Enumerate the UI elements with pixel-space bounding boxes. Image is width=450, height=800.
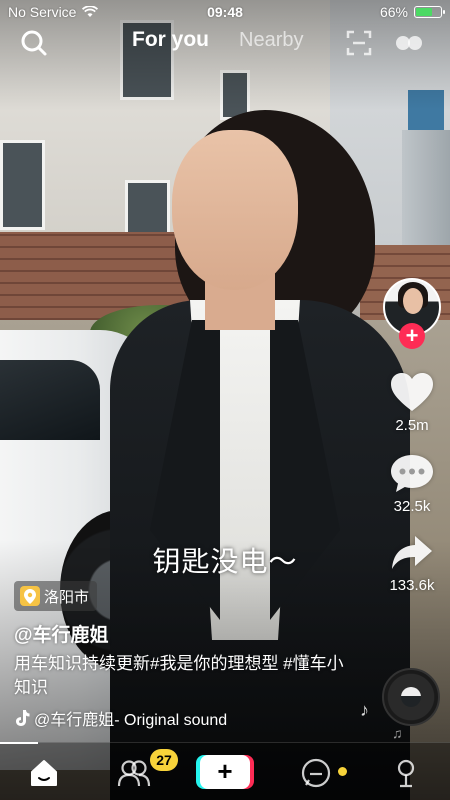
video-description[interactable]: 用车知识持续更新#我是你的理想型 #懂车小知识 bbox=[14, 652, 354, 700]
woman-face bbox=[172, 130, 298, 290]
tab-profile[interactable] bbox=[386, 753, 426, 793]
music-disc-cover bbox=[401, 687, 421, 707]
tab-friends[interactable] bbox=[114, 753, 154, 793]
music-title: @车行鹿姐- Original sound bbox=[34, 712, 228, 729]
tab-nearby[interactable]: Nearby bbox=[239, 29, 303, 52]
comment-button[interactable]: 32.5k bbox=[389, 452, 435, 515]
background-building-right bbox=[402, 90, 450, 260]
tiktok-note-icon bbox=[16, 710, 30, 726]
inbox-notification-dot bbox=[338, 767, 347, 776]
location-tag[interactable]: 洛阳市 bbox=[14, 581, 98, 611]
profile-icon bbox=[397, 759, 415, 788]
carrier-group: No Service bbox=[8, 4, 99, 20]
scan-icon[interactable] bbox=[346, 30, 372, 56]
like-button[interactable]: 2.5m bbox=[389, 371, 435, 434]
follow-button[interactable]: + bbox=[399, 323, 425, 349]
music-info[interactable]: @车行鹿姐- Original sound bbox=[14, 706, 254, 730]
carrier-label: No Service bbox=[8, 4, 77, 20]
create-button[interactable]: + bbox=[200, 755, 250, 789]
bottom-tab-bar: 27 + bbox=[0, 742, 450, 800]
top-nav: For you Nearby bbox=[0, 26, 450, 60]
creator-username[interactable]: @车行鹿姐 bbox=[14, 620, 109, 647]
location-label: 洛阳市 bbox=[44, 588, 90, 606]
friends-icon bbox=[117, 760, 151, 787]
dual-dots-icon[interactable] bbox=[394, 32, 424, 54]
battery-fill bbox=[416, 8, 432, 16]
music-note-small-icon: ♫ bbox=[392, 725, 403, 741]
comment-count: 32.5k bbox=[393, 498, 431, 515]
avatar-face bbox=[403, 288, 423, 314]
tab-home[interactable] bbox=[24, 753, 64, 793]
inbox-icon bbox=[301, 758, 331, 788]
wifi-icon bbox=[82, 6, 99, 17]
car-window bbox=[0, 360, 100, 440]
music-note-icon: ♪ bbox=[360, 700, 369, 720]
home-icon bbox=[31, 760, 57, 786]
battery-icon bbox=[414, 6, 445, 18]
location-pin-icon bbox=[20, 586, 40, 606]
feed-tabs: For you Nearby bbox=[132, 28, 303, 52]
music-disc[interactable] bbox=[382, 668, 440, 726]
battery-percent: 66% bbox=[379, 4, 408, 20]
friends-badge: 27 bbox=[150, 749, 178, 771]
search-icon[interactable] bbox=[20, 29, 48, 57]
active-tab-indicator bbox=[0, 742, 38, 744]
video-subtitle: 钥匙没电～ bbox=[152, 546, 298, 577]
tab-for-you[interactable]: For you bbox=[132, 28, 209, 52]
tab-inbox[interactable] bbox=[296, 753, 336, 793]
like-count: 2.5m bbox=[395, 417, 429, 434]
battery-group: 66% bbox=[379, 4, 445, 20]
comment-icon bbox=[391, 455, 433, 492]
heart-icon bbox=[391, 373, 433, 411]
status-bar: No Service 09:48 66% bbox=[0, 0, 450, 24]
